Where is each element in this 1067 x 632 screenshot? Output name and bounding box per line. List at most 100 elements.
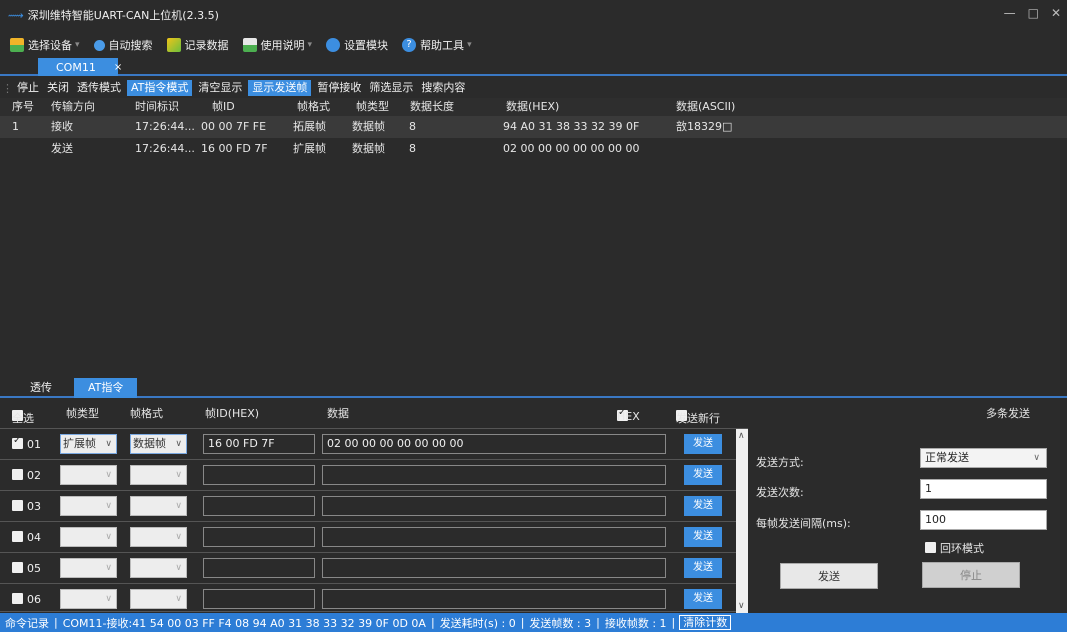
frame-format-select[interactable]: ∨: [130, 558, 187, 578]
chevron-down-icon: ∨: [175, 439, 182, 449]
frame-type-select[interactable]: ∨: [60, 496, 117, 516]
menu-label: 帮助工具: [420, 39, 465, 52]
frame-id-input[interactable]: [203, 558, 315, 578]
frame-type-select[interactable]: ∨: [60, 589, 117, 609]
command-log-label[interactable]: 命令记录: [0, 615, 54, 631]
frame-id-input[interactable]: [203, 496, 315, 516]
frame-id-input[interactable]: [203, 527, 315, 547]
row-number: 02: [27, 469, 41, 482]
close-button[interactable]: 关闭: [43, 80, 73, 96]
send-row-button[interactable]: 发送: [684, 434, 722, 454]
frame-format-select[interactable]: ∨: [130, 589, 187, 609]
minimize-icon[interactable]: —: [1004, 6, 1016, 20]
menu-help[interactable]: ? 帮助工具 ▾: [402, 37, 472, 53]
loop-mode-checkbox[interactable]: 回环模式: [925, 540, 984, 556]
pause-receive-button[interactable]: 暂停接收: [313, 80, 365, 96]
send-row-button[interactable]: 发送: [684, 558, 722, 578]
chevron-down-icon: ∨: [175, 532, 182, 542]
col-data-hex[interactable]: 数据(HEX): [506, 98, 559, 116]
filter-display-button[interactable]: 筛选显示: [365, 80, 417, 96]
menu-auto-search[interactable]: 自动搜索: [93, 37, 153, 53]
col-data-ascii[interactable]: 数据(ASCII): [676, 98, 735, 116]
send-row-button[interactable]: 发送: [684, 527, 722, 547]
menu-record-data[interactable]: 记录数据: [166, 37, 229, 53]
frame-id-input[interactable]: 16 00 FD 7F: [203, 434, 315, 454]
sent-frame-count: 发送帧数 : 3: [529, 616, 592, 630]
send-row-button[interactable]: 发送: [684, 496, 722, 516]
settings-icon: [326, 38, 341, 52]
send-row-button[interactable]: 发送: [684, 465, 722, 485]
cell-data-ascii: 敨18329□: [676, 120, 733, 133]
chevron-down-icon: ∨: [105, 594, 112, 604]
menu-select-device[interactable]: 选择设备 ▾: [10, 37, 80, 53]
send-row-button[interactable]: 发送: [684, 589, 722, 609]
search-content-button[interactable]: 搜索内容: [417, 80, 469, 96]
select-value: 扩展帧: [63, 437, 96, 450]
row-checkbox[interactable]: 03: [12, 500, 41, 513]
show-sent-frames-button[interactable]: 显示发送帧: [248, 80, 312, 96]
app-logo-icon: ⟿: [8, 8, 24, 22]
col-frame-format[interactable]: 帧格式: [297, 98, 330, 116]
row-number: 01: [27, 438, 41, 451]
col-direction[interactable]: 传输方向: [51, 98, 95, 116]
row-checkbox[interactable]: 02: [12, 469, 41, 482]
row-checkbox[interactable]: 06: [12, 593, 41, 606]
send-count-input[interactable]: 1: [920, 479, 1047, 499]
data-input[interactable]: [322, 558, 666, 578]
close-tab-icon[interactable]: ×: [114, 62, 122, 73]
frame-format-select[interactable]: 数据帧 ∨: [130, 434, 187, 454]
hex-label: HEX: [617, 410, 640, 423]
close-icon[interactable]: ✕: [1051, 6, 1061, 20]
chevron-down-icon: ▾: [75, 40, 80, 50]
frame-type-select[interactable]: ∨: [60, 527, 117, 547]
frame-type-select[interactable]: 扩展帧 ∨: [60, 434, 117, 454]
frame-type-select[interactable]: ∨: [60, 558, 117, 578]
table-row[interactable]: 1 接收 17:26:44... 00 00 7F FE 拓展帧 数据帧 8 9…: [0, 116, 1067, 138]
window-controls: — □ ✕: [1004, 6, 1061, 20]
interval-label: 每帧发送间隔(ms):: [756, 517, 851, 530]
checkbox-icon: [12, 593, 23, 604]
frame-grid[interactable]: 序号 传输方向 时间标识 帧ID 帧格式 帧类型 数据长度 数据(HEX) 数据…: [0, 98, 1067, 372]
chevron-down-icon: ∨: [105, 501, 112, 511]
row-checkbox[interactable]: 01: [12, 435, 41, 451]
frame-format-select[interactable]: ∨: [130, 527, 187, 547]
send-mode-select[interactable]: 正常发送 ∨: [920, 448, 1047, 468]
tab-com11[interactable]: COM11 ×: [38, 58, 122, 76]
tab-at-command[interactable]: AT指令: [74, 378, 138, 398]
data-input[interactable]: [322, 589, 666, 609]
stop-button[interactable]: 停止: [13, 80, 43, 96]
frame-id-input[interactable]: [203, 589, 315, 609]
data-input[interactable]: [322, 496, 666, 516]
col-index[interactable]: 序号: [12, 98, 34, 116]
scroll-down-icon[interactable]: ∨: [738, 601, 745, 611]
passthrough-mode-button[interactable]: 透传模式: [73, 80, 125, 96]
col-data-length[interactable]: 数据长度: [410, 98, 454, 116]
col-timestamp[interactable]: 时间标识: [135, 98, 179, 116]
rows-scrollbar[interactable]: ∧ ∨: [736, 429, 748, 613]
at-command-panel: 全选 帧类型 帧格式 帧ID(HEX) 数据 HEX 发送新行 多条发送 01 …: [0, 400, 1067, 613]
interval-input[interactable]: 100: [920, 510, 1047, 530]
chevron-down-icon: ∨: [175, 594, 182, 604]
frame-type-select[interactable]: ∨: [60, 465, 117, 485]
maximize-icon[interactable]: □: [1028, 6, 1039, 20]
col-frame-id[interactable]: 帧ID: [212, 98, 235, 116]
scroll-up-icon[interactable]: ∧: [738, 431, 745, 441]
row-checkbox[interactable]: 05: [12, 562, 41, 575]
clear-count-button[interactable]: 清除计数: [679, 615, 732, 630]
table-row[interactable]: 发送 17:26:44... 16 00 FD 7F 扩展帧 数据帧 8 02 …: [0, 138, 1067, 160]
col-frame-type[interactable]: 帧类型: [356, 98, 389, 116]
clear-display-button[interactable]: 清空显示: [194, 80, 246, 96]
send-button[interactable]: 发送: [780, 563, 878, 589]
frame-format-select[interactable]: ∨: [130, 465, 187, 485]
data-input[interactable]: [322, 465, 666, 485]
stop-send-button[interactable]: 停止: [922, 562, 1020, 588]
row-checkbox[interactable]: 04: [12, 531, 41, 544]
data-input[interactable]: [322, 527, 666, 547]
frame-format-select[interactable]: ∨: [130, 496, 187, 516]
at-mode-button[interactable]: AT指令模式: [127, 80, 193, 96]
tab-passthrough[interactable]: 透传: [16, 378, 66, 398]
menu-manual[interactable]: 使用说明 ▾: [242, 37, 312, 53]
menu-settings[interactable]: 设置模块: [326, 37, 388, 53]
frame-id-input[interactable]: [203, 465, 315, 485]
data-input[interactable]: 02 00 00 00 00 00 00 00: [322, 434, 666, 454]
